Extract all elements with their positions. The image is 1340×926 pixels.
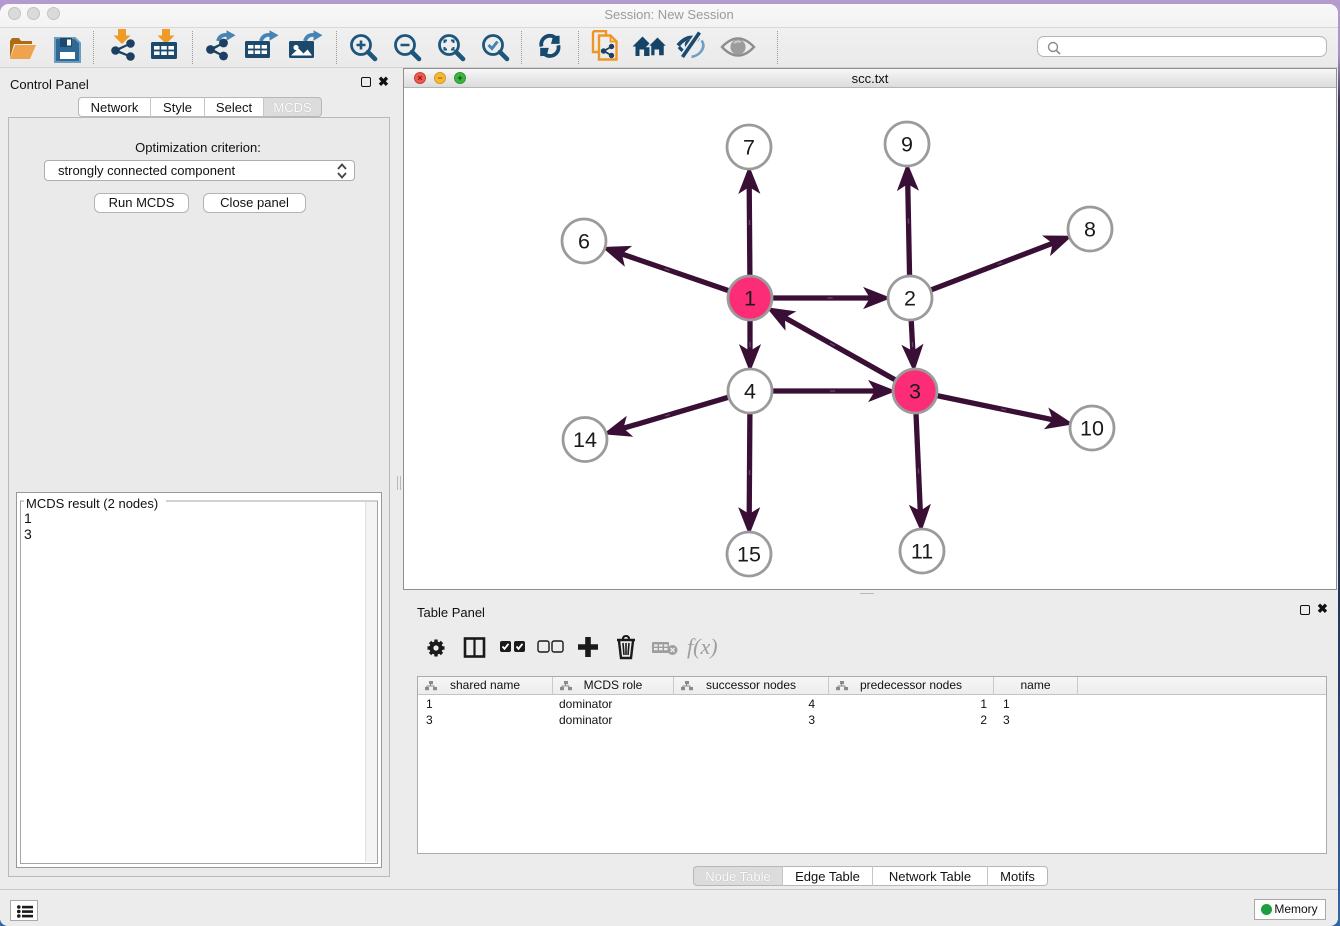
svg-text:15: 15 bbox=[737, 543, 761, 567]
svg-text:10: 10 bbox=[1080, 417, 1104, 441]
svg-text:4: 4 bbox=[744, 380, 756, 404]
svg-text:8: 8 bbox=[1084, 218, 1096, 242]
svg-text:2: 2 bbox=[904, 287, 916, 311]
svg-text:1: 1 bbox=[744, 287, 756, 311]
svg-text:7: 7 bbox=[743, 136, 755, 160]
svg-text:14: 14 bbox=[573, 428, 597, 452]
svg-text:3: 3 bbox=[909, 380, 921, 404]
svg-text:9: 9 bbox=[901, 133, 913, 157]
svg-text:11: 11 bbox=[911, 540, 933, 564]
svg-text:6: 6 bbox=[578, 230, 590, 254]
